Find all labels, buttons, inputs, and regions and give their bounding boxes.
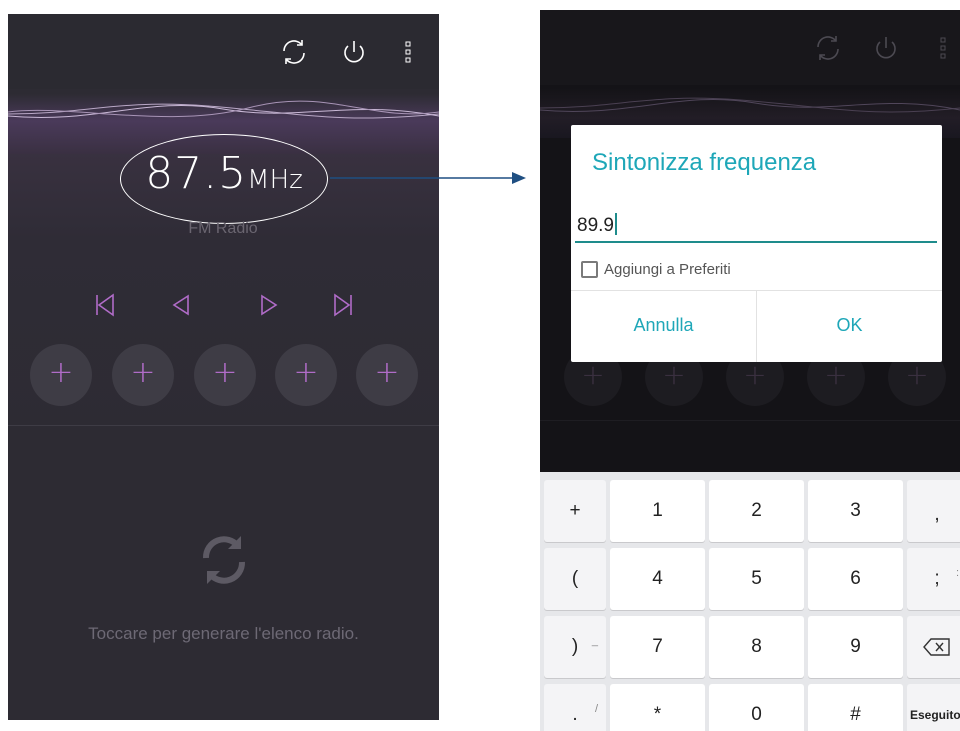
band-label: FM Radio <box>188 220 258 237</box>
top-app-bar <box>540 10 960 85</box>
key-1[interactable]: 1 <box>610 480 705 542</box>
frequency-value: 87.5 <box>145 148 248 199</box>
divider <box>540 420 960 421</box>
key-label: ) <box>571 636 579 657</box>
key-5[interactable]: 5 <box>709 548 804 610</box>
refresh-icon <box>817 36 839 60</box>
done-key[interactable]: Eseguito <box>907 684 960 731</box>
key-4[interactable]: 4 <box>610 548 705 610</box>
key-label: * <box>653 704 662 725</box>
key-sublabel: : <box>955 567 959 579</box>
add-preset-button[interactable]: + <box>194 344 256 406</box>
dialog-title: Sintonizza frequenza <box>592 149 817 176</box>
seek-back-icon[interactable] <box>166 290 196 320</box>
overflow-menu-icon[interactable] <box>393 36 425 68</box>
text-cursor <box>614 213 617 235</box>
key-period[interactable]: . / <box>544 684 606 731</box>
key-label: , <box>934 504 940 525</box>
key-label: 8 <box>751 636 762 657</box>
add-to-favorites-row[interactable]: Aggiungi a Preferiti <box>581 261 731 281</box>
tune-frequency-dialog: Sintonizza frequenza 89.9 Aggiungi a Pre… <box>571 125 942 362</box>
key-label: 1 <box>652 500 663 521</box>
key-asterisk[interactable]: * <box>610 684 705 731</box>
add-preset-button[interactable]: + <box>30 344 92 406</box>
overflow-menu-icon <box>940 37 946 59</box>
add-preset-button[interactable]: + <box>356 344 418 406</box>
seek-forward-icon[interactable] <box>254 290 284 320</box>
numeric-keyboard: + 1 2 3 , ( 4 5 6 ;: ) _ 7 8 9 . / * 0 # E… <box>540 472 960 731</box>
favorites-checkbox[interactable] <box>581 261 598 279</box>
key-semicolon[interactable]: ;: <box>907 548 960 610</box>
key-label: 3 <box>850 500 861 521</box>
add-preset-button[interactable]: + <box>112 344 174 406</box>
key-label: + <box>569 500 581 521</box>
frequency-input[interactable]: 89.9 <box>575 213 937 243</box>
key-6[interactable]: 6 <box>808 548 903 610</box>
key-0[interactable]: 0 <box>709 684 804 731</box>
refresh-large-icon[interactable] <box>194 530 254 590</box>
power-icon[interactable] <box>338 36 370 68</box>
key-label: 0 <box>751 704 762 725</box>
tune-frequency-screen: + + + + + Sintonizza frequenza 89.9 Aggi… <box>540 10 960 731</box>
frequency-display[interactable]: 87.5MHz <box>120 148 328 199</box>
key-label: 7 <box>652 636 663 657</box>
key-plus[interactable]: + <box>544 480 606 542</box>
key-label: 9 <box>850 636 861 657</box>
key-3[interactable]: 3 <box>808 480 903 542</box>
key-7[interactable]: 7 <box>610 616 705 678</box>
divider <box>8 425 439 426</box>
key-label: ; <box>934 568 940 589</box>
key-label: Eseguito <box>910 708 960 722</box>
add-preset-button[interactable]: + <box>275 344 337 406</box>
key-2[interactable]: 2 <box>709 480 804 542</box>
frequency-input-value: 89.9 <box>577 215 614 236</box>
cancel-button[interactable]: Annulla <box>571 315 756 336</box>
key-sublabel: / <box>594 703 598 715</box>
top-app-bar <box>8 14 439 89</box>
key-sublabel: _ <box>591 635 598 647</box>
key-label: # <box>850 704 861 725</box>
key-label: 2 <box>751 500 762 521</box>
key-close-paren[interactable]: ) _ <box>544 616 606 678</box>
key-open-paren[interactable]: ( <box>544 548 606 610</box>
key-label: 4 <box>652 568 663 589</box>
skip-next-icon[interactable] <box>328 290 358 320</box>
backspace-icon <box>923 638 950 656</box>
skip-previous-icon[interactable] <box>90 290 120 320</box>
power-icon <box>876 37 896 59</box>
ok-button[interactable]: OK <box>757 315 942 336</box>
key-8[interactable]: 8 <box>709 616 804 678</box>
key-comma[interactable]: , <box>907 480 960 542</box>
key-hash[interactable]: # <box>808 684 903 731</box>
key-9[interactable]: 9 <box>808 616 903 678</box>
empty-list-message[interactable]: Toccare per generare l'elenco radio. <box>8 624 439 644</box>
frequency-unit: MHz <box>247 165 303 195</box>
key-label: . <box>572 704 578 725</box>
backspace-key[interactable] <box>907 616 960 678</box>
transition-arrow <box>330 172 526 184</box>
key-label: ( <box>571 568 579 589</box>
favorites-checkbox-label: Aggiungi a Preferiti <box>604 261 731 279</box>
refresh-icon[interactable] <box>278 36 310 68</box>
key-label: 5 <box>751 568 762 589</box>
fm-radio-screen: 87.5MHz FM Radio + + + + + Toccare per g… <box>8 14 439 720</box>
key-label: 6 <box>850 568 861 589</box>
